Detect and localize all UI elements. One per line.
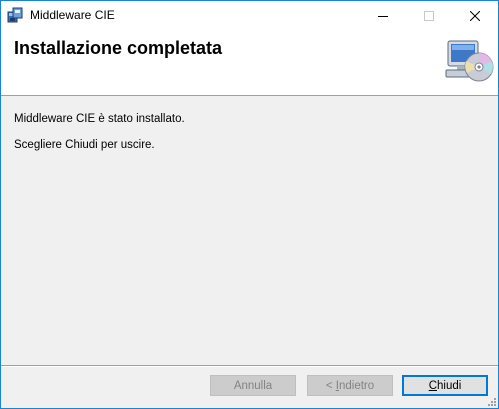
button-separator <box>1 365 498 367</box>
close-window-button[interactable] <box>452 1 498 30</box>
close-button-accelerator: C <box>428 379 437 392</box>
wizard-header: Installazione completata <box>1 31 498 96</box>
exit-instruction: Scegliere Chiudi per uscire. <box>14 139 155 151</box>
close-button[interactable]: Chiudi <box>402 375 488 396</box>
content-area: Middleware CIE è stato installato. Scegl… <box>14 112 484 152</box>
installed-message: Middleware CIE è stato installato. <box>14 113 185 125</box>
computer-cd-icon <box>445 40 494 82</box>
cancel-button: Annulla <box>210 375 296 396</box>
title-bar[interactable]: Middleware CIE <box>1 1 498 31</box>
back-button-label: ndietro <box>338 379 375 392</box>
minimize-button[interactable] <box>360 1 406 30</box>
page-title: Installazione completata <box>14 38 223 58</box>
close-icon <box>470 10 480 21</box>
resize-grip-icon[interactable] <box>485 395 497 407</box>
cancel-button-label: Annulla <box>233 379 273 392</box>
back-button-prefix: < <box>325 379 336 392</box>
close-button-label: hiudi <box>437 379 462 392</box>
installer-icon <box>7 7 23 23</box>
back-button: < Indietro <box>307 375 393 396</box>
maximize-button <box>406 1 452 30</box>
window-title: Middleware CIE <box>30 8 115 22</box>
installer-window: Middleware CIE Installazione completata <box>0 0 499 409</box>
minimize-icon <box>378 15 388 17</box>
maximize-icon <box>424 10 434 21</box>
